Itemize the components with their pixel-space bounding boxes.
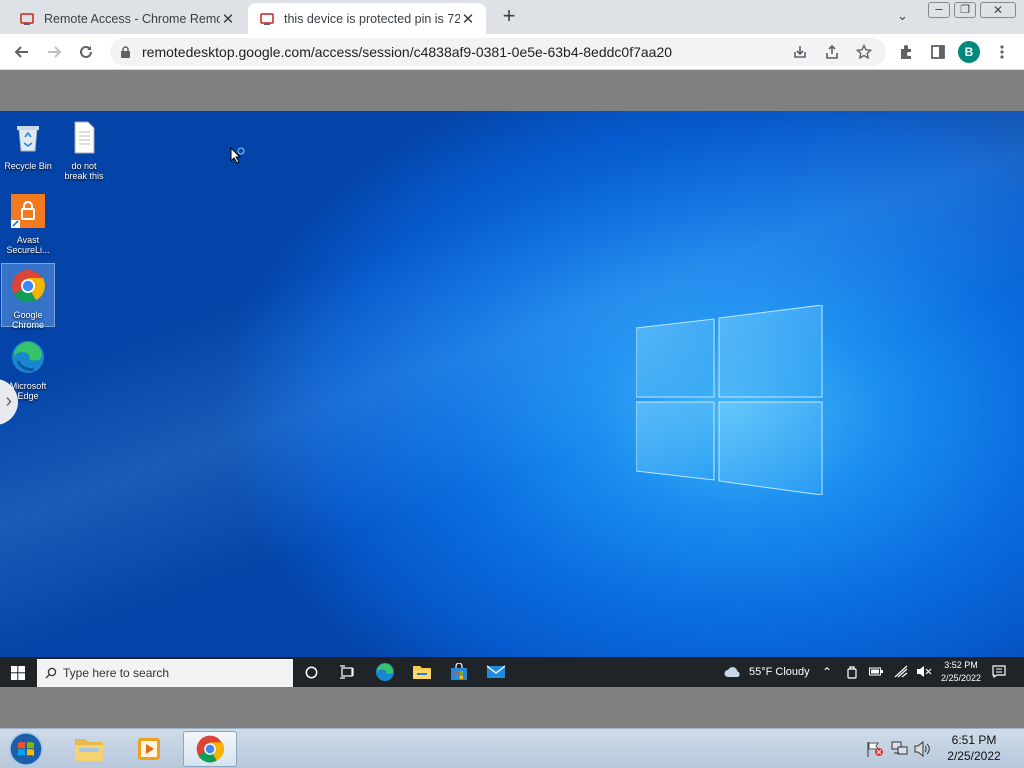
mouse-cursor-icon [230, 147, 245, 164]
action-center-flag-icon[interactable] [866, 741, 884, 757]
chrome-icon [12, 270, 45, 303]
browser-toolbar: remotedesktop.google.com/access/session/… [0, 34, 1024, 70]
tab-title: Remote Access - Chrome Remote [44, 11, 220, 26]
cortana-icon[interactable] [305, 666, 318, 679]
desktop-icon-text-file[interactable]: do not break this [59, 119, 109, 181]
desktop-icon-label: Avast SecureLi... [6, 235, 50, 255]
desktop-icon-label: Recycle Bin [4, 161, 52, 171]
minimize-button[interactable]: – [928, 2, 950, 18]
desktop-icon-avast[interactable]: Avast SecureLi... [3, 193, 53, 255]
remote-date: 2/25/2022 [940, 673, 982, 683]
desktop-icon-chrome[interactable]: Google Chrome [1, 263, 55, 330]
microsoft-store-icon[interactable] [450, 663, 468, 681]
volume-muted-icon[interactable] [916, 665, 932, 678]
cloud-icon [724, 667, 740, 677]
task-view-icon[interactable] [340, 665, 355, 679]
wallpaper-light-beam [0, 111, 1024, 657]
tab-close-icon[interactable]: ✕ [460, 10, 476, 28]
file-explorer-icon[interactable] [413, 664, 431, 680]
desktop-icon-label: do not break this [64, 161, 104, 181]
edge-taskbar-icon[interactable] [375, 662, 395, 682]
chrome-icon [196, 735, 225, 763]
remote-desktop-favicon-icon [20, 12, 34, 25]
new-tab-button[interactable]: + [498, 5, 520, 28]
tab-title: this device is protected pin is 72 [284, 11, 460, 26]
side-panel-icon[interactable] [926, 40, 950, 64]
remote-desktop-favicon-icon [260, 12, 274, 25]
tab-remote-access[interactable]: Remote Access - Chrome Remote ✕ [8, 3, 246, 34]
desktop-icon-recycle-bin[interactable]: Recycle Bin [3, 119, 53, 171]
weather-text: 55°F Cloudy [749, 666, 810, 678]
weather-widget[interactable]: 55°F Cloudy [724, 657, 810, 687]
close-window-button[interactable]: ✕ [980, 2, 1016, 18]
notifications-icon[interactable] [992, 665, 1006, 678]
windows-start-icon[interactable] [11, 666, 25, 680]
chrome-menu-icon[interactable] [990, 40, 1014, 64]
recycle-bin-icon [17, 126, 39, 152]
security-tray-icon[interactable] [846, 665, 858, 679]
network-icon[interactable] [894, 665, 908, 678]
search-placeholder: Type here to search [63, 666, 170, 680]
search-icon [45, 667, 57, 679]
remote-taskbar: Type here to search 55°F Cloudy ⌃ 3:52 P… [0, 657, 1024, 687]
install-app-icon[interactable] [792, 44, 808, 60]
windows-logo-wallpaper-icon [636, 305, 823, 495]
tab-strip: Remote Access - Chrome Remote ✕ this dev… [0, 0, 1024, 34]
desktop-icon-label: Google Chrome [11, 310, 44, 330]
avast-secureline-icon [11, 194, 45, 228]
reload-button[interactable] [74, 40, 98, 64]
tab-close-icon[interactable]: ✕ [220, 10, 236, 28]
media-player-icon [138, 738, 160, 760]
forward-arrow-icon [48, 46, 62, 58]
folder-icon [75, 739, 103, 761]
text-file-icon [74, 121, 95, 154]
network-tray-icon[interactable] [891, 741, 909, 757]
remote-time: 3:52 PM [944, 660, 978, 670]
taskbar-search-box[interactable]: Type here to search [37, 659, 293, 687]
bookmark-star-icon[interactable] [856, 44, 872, 60]
address-bar[interactable]: remotedesktop.google.com/access/session/… [110, 38, 886, 66]
tab-protected-device[interactable]: this device is protected pin is 72 ✕ [248, 3, 486, 34]
start-button[interactable] [0, 731, 52, 767]
url-text: remotedesktop.google.com/access/session/… [142, 44, 673, 60]
host-taskbar [0, 728, 1024, 768]
mail-icon[interactable] [486, 664, 506, 680]
edge-icon [12, 341, 44, 373]
share-icon[interactable] [824, 44, 840, 60]
windows7-start-orb-icon [9, 732, 43, 766]
battery-icon[interactable] [869, 667, 883, 677]
taskbar-media-player-button[interactable] [122, 731, 176, 767]
host-time: 6:51 PM [951, 733, 997, 747]
profile-avatar[interactable]: B [958, 41, 980, 63]
speaker-tray-icon[interactable] [914, 741, 932, 757]
taskbar-explorer-button[interactable] [62, 731, 116, 767]
lock-icon[interactable] [120, 46, 131, 59]
host-clock[interactable]: 6:51 PM 2/25/2022 [944, 732, 1004, 764]
show-hidden-icons[interactable]: ⌃ [822, 657, 832, 687]
back-button[interactable] [10, 40, 34, 64]
taskbar-chrome-button[interactable] [183, 731, 237, 767]
extensions-icon[interactable] [894, 40, 918, 64]
forward-button[interactable] [42, 40, 66, 64]
remote-desktop-view[interactable]: Recycle Bin do not break this Avast Secu… [0, 111, 1024, 657]
reload-icon [80, 45, 92, 58]
back-arrow-icon [14, 46, 28, 58]
remote-clock[interactable]: 3:52 PM 2/25/2022 [938, 659, 984, 685]
restore-button[interactable]: ❐ [954, 2, 976, 18]
host-date: 2/25/2022 [947, 749, 1001, 763]
tab-search-icon[interactable]: ⌄ [897, 8, 908, 24]
